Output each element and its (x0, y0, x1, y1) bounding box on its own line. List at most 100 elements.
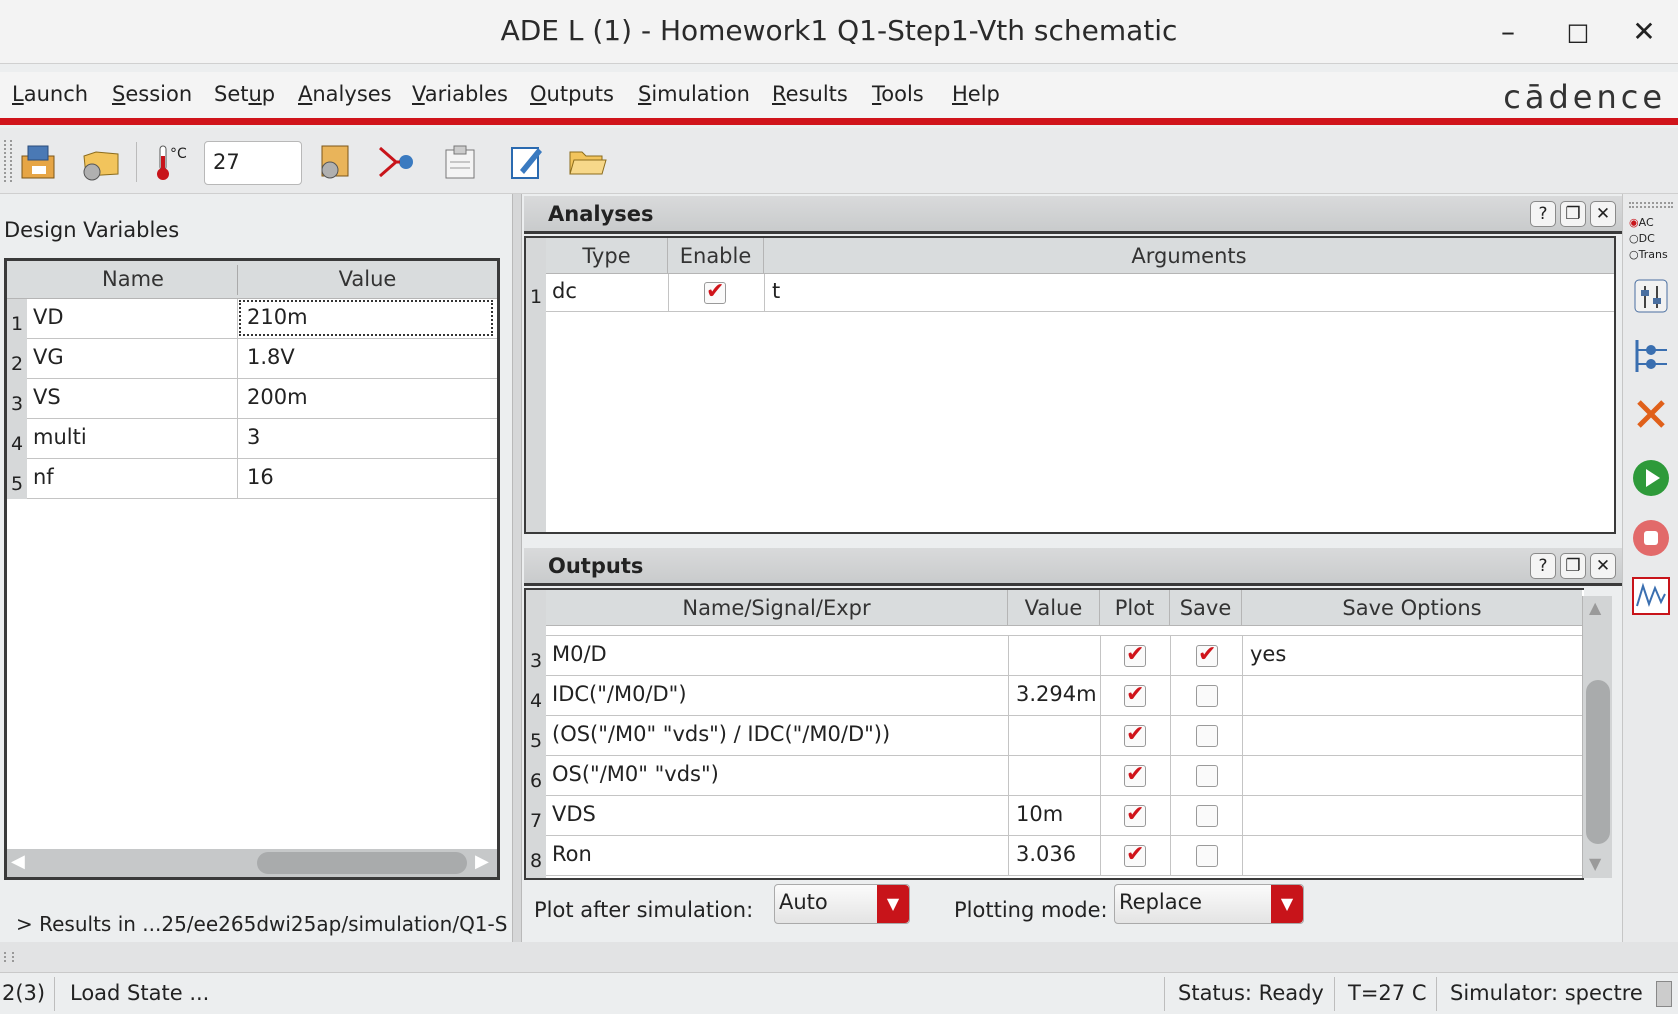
toolbar-grip[interactable] (4, 140, 12, 182)
menu-simulation[interactable]: Simulation (638, 82, 750, 106)
save-checkbox[interactable] (1196, 725, 1218, 747)
chevron-down-icon[interactable]: ▼ (877, 885, 909, 923)
save-checkbox[interactable] (1196, 845, 1218, 867)
save-checkbox[interactable] (1196, 642, 1218, 667)
column-header-name[interactable]: Name (29, 267, 237, 291)
column-header-save-options[interactable]: Save Options (1242, 590, 1582, 626)
setup-model-icon[interactable] (314, 142, 356, 182)
variable-value[interactable]: 1.8V (247, 345, 295, 369)
save-options[interactable]: yes (1250, 642, 1286, 666)
table-row[interactable]: 3M0/D yes (526, 636, 1582, 676)
panel-splitter[interactable] (512, 194, 522, 942)
load-state-icon[interactable] (80, 142, 122, 182)
menu-results[interactable]: Results (772, 82, 848, 106)
float-button[interactable]: ❐ (1560, 553, 1586, 579)
outputs-vertical-scrollbar[interactable]: ▲ ▼ (1582, 596, 1612, 878)
save-state-icon[interactable] (18, 142, 60, 182)
radio-trans[interactable]: ○Trans (1629, 248, 1668, 261)
menu-help[interactable]: Help (952, 82, 1000, 106)
analysis-arguments[interactable]: t (760, 279, 780, 303)
scroll-right-icon[interactable]: ▶ (475, 851, 489, 872)
resize-grip[interactable] (1656, 981, 1672, 1007)
column-header-value[interactable]: Value (238, 267, 497, 291)
radio-ac[interactable]: ◉AC (1629, 216, 1654, 229)
scroll-up-icon[interactable]: ▲ (1589, 598, 1601, 617)
output-name[interactable]: M0/D (552, 642, 607, 666)
column-header-name-signal-expr[interactable]: Name/Signal/Expr (546, 590, 1008, 626)
variable-name[interactable]: VD (33, 305, 64, 329)
output-name[interactable]: IDC("/M0/D") (552, 682, 687, 706)
variable-name[interactable]: VS (33, 385, 61, 409)
variable-value[interactable]: 210m (247, 305, 308, 329)
output-name[interactable]: VDS (552, 802, 596, 826)
table-row[interactable]: 3 VS 200m (7, 379, 497, 419)
variable-name[interactable]: VG (33, 345, 64, 369)
horizontal-scrollbar[interactable]: ◀ ▶ (7, 849, 497, 877)
edit-form-icon[interactable] (506, 142, 548, 182)
help-button[interactable]: ? (1530, 553, 1556, 579)
plot-checkbox[interactable] (1124, 682, 1146, 707)
delete-icon[interactable] (1631, 394, 1671, 434)
bottom-scroll-strip[interactable] (0, 942, 1678, 972)
scroll-left-icon[interactable]: ◀ (11, 851, 25, 872)
scroll-down-icon[interactable]: ▼ (1589, 854, 1601, 873)
menu-setup[interactable]: Setup (214, 82, 275, 106)
analysis-type[interactable]: dc (552, 279, 577, 303)
plot-outputs-icon[interactable] (1631, 576, 1671, 616)
temperature-input[interactable]: 27 (204, 141, 302, 185)
run-simulation-icon[interactable] (1631, 458, 1671, 498)
help-button[interactable]: ? (1530, 201, 1556, 227)
plotting-mode-select[interactable]: Replace ▼ (1114, 884, 1304, 924)
plot-checkbox[interactable] (1124, 642, 1146, 667)
save-checkbox[interactable] (1196, 765, 1218, 787)
minimize-button[interactable]: – (1488, 14, 1528, 50)
scrollbar-thumb[interactable] (1586, 680, 1610, 844)
maximize-button[interactable]: □ (1558, 14, 1598, 50)
output-name[interactable]: (OS("/M0" "vds") / IDC("/M0/D")) (552, 722, 890, 746)
radio-dc[interactable]: ○DC (1629, 232, 1655, 245)
toolbar-grip[interactable] (1629, 202, 1673, 208)
column-header-enable[interactable]: Enable (668, 238, 764, 274)
table-row[interactable]: 7 VDS 10m (526, 796, 1582, 836)
variable-name[interactable]: multi (33, 425, 87, 449)
output-name[interactable]: OS("/M0" "vds") (552, 762, 719, 786)
table-row[interactable]: 2 VG 1.8V (7, 339, 497, 379)
column-header-arguments[interactable]: Arguments (764, 238, 1614, 274)
open-folder-icon[interactable] (566, 142, 608, 182)
menu-variables[interactable]: Variables (412, 82, 508, 106)
save-checkbox[interactable] (1196, 805, 1218, 827)
plot-after-simulation-select[interactable]: Auto ▼ (774, 884, 910, 924)
column-header-plot[interactable]: Plot (1100, 590, 1170, 626)
table-row[interactable]: 5 (OS("/M0" "vds") / IDC("/M0/D")) (526, 716, 1582, 756)
table-row[interactable]: 8 Ron 3.036 (526, 836, 1582, 876)
tuning-sliders-icon[interactable] (1631, 276, 1671, 316)
table-row[interactable]: 1 VD 210m (7, 299, 497, 339)
variable-value[interactable]: 16 (247, 465, 274, 489)
plot-checkbox[interactable] (1124, 842, 1146, 867)
menu-tools[interactable]: Tools (872, 82, 924, 106)
table-row[interactable]: 4 IDC("/M0/D") 3.294m (526, 676, 1582, 716)
netlist-probe-icon[interactable] (376, 142, 418, 182)
variable-value[interactable]: 3 (247, 425, 260, 449)
table-row[interactable]: 6 OS("/M0" "vds") (526, 756, 1582, 796)
column-header-save[interactable]: Save (1170, 590, 1242, 626)
plot-checkbox[interactable] (1124, 722, 1146, 747)
table-row[interactable]: 4 multi 3 (7, 419, 497, 459)
table-row[interactable]: 1dc t (526, 274, 1614, 312)
stop-simulation-icon[interactable] (1631, 518, 1671, 558)
plot-checkbox[interactable] (1124, 762, 1146, 787)
enable-checkbox[interactable] (704, 279, 726, 304)
menu-analyses[interactable]: Analyses (298, 82, 392, 106)
clipboard-icon[interactable] (440, 142, 482, 182)
plot-checkbox[interactable] (1124, 802, 1146, 827)
close-button[interactable]: ✕ (1624, 14, 1664, 50)
column-header-type[interactable]: Type (546, 238, 668, 274)
variable-name[interactable]: nf (33, 465, 54, 489)
save-checkbox[interactable] (1196, 685, 1218, 707)
netlist-outputs-icon[interactable] (1631, 336, 1671, 376)
menu-outputs[interactable]: Outputs (530, 82, 614, 106)
close-dock-button[interactable]: ✕ (1590, 201, 1616, 227)
menu-launch[interactable]: Launch (12, 82, 88, 106)
variable-value[interactable]: 200m (247, 385, 308, 409)
float-button[interactable]: ❐ (1560, 201, 1586, 227)
